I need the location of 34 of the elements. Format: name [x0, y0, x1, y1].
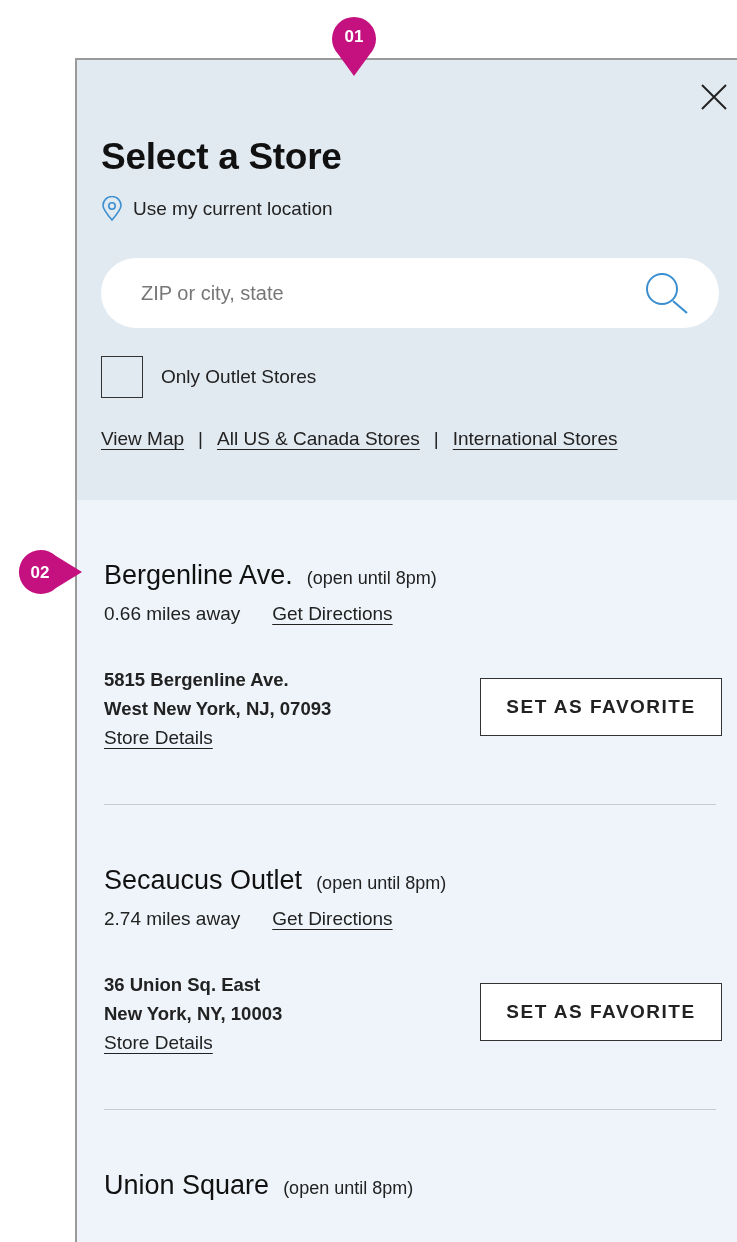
close-icon[interactable] [699, 82, 729, 112]
store-name: Bergenline Ave. [104, 560, 293, 591]
search-icon[interactable] [643, 271, 689, 315]
favorite-button[interactable]: SET AS FAVORITE [480, 983, 722, 1041]
outlet-checkbox[interactable] [101, 356, 143, 398]
store-name: Secaucus Outlet [104, 865, 303, 896]
current-location-link[interactable]: Use my current location [133, 198, 333, 220]
checkbox-label: Only Outlet Stores [161, 366, 317, 388]
search-field[interactable]: ZIP or city, state [101, 258, 719, 328]
callout-marker: 02 [16, 548, 82, 596]
store-link[interactable]: International Stores [452, 428, 618, 450]
store-link[interactable]: All US & Canada Stores [217, 428, 420, 450]
store-address: 36 Union Sq. East [104, 973, 262, 997]
link-separator: | [198, 428, 204, 450]
store-distance: 2.74 miles away [104, 908, 241, 930]
store-name: Union Square [104, 1170, 270, 1201]
store-address: 5815 Bergenline Ave. [104, 668, 290, 692]
callout-marker: 01 [330, 16, 378, 76]
favorite-button[interactable]: SET AS FAVORITE [480, 678, 722, 736]
directions-link[interactable]: Get Directions [272, 603, 393, 625]
store-hours: (open until 8pm) [283, 1178, 414, 1199]
store-address: West New York, NJ, 07093 [104, 697, 332, 721]
location-pin-icon [101, 196, 123, 222]
store-distance: 0.66 miles away [104, 603, 241, 625]
link-separator: | [433, 428, 439, 450]
store-hours: (open until 8pm) [306, 568, 437, 589]
directions-link[interactable]: Get Directions [272, 908, 393, 930]
panel-title: Select a Store [101, 136, 343, 178]
store-address: New York, NY, 10003 [104, 1002, 283, 1026]
store-details-link[interactable]: Store Details [104, 1032, 213, 1054]
store-link[interactable]: View Map [101, 428, 185, 450]
store-details-link[interactable]: Store Details [104, 727, 213, 749]
search-input[interactable]: ZIP or city, state [139, 280, 643, 306]
store-hours: (open until 8pm) [316, 873, 447, 894]
